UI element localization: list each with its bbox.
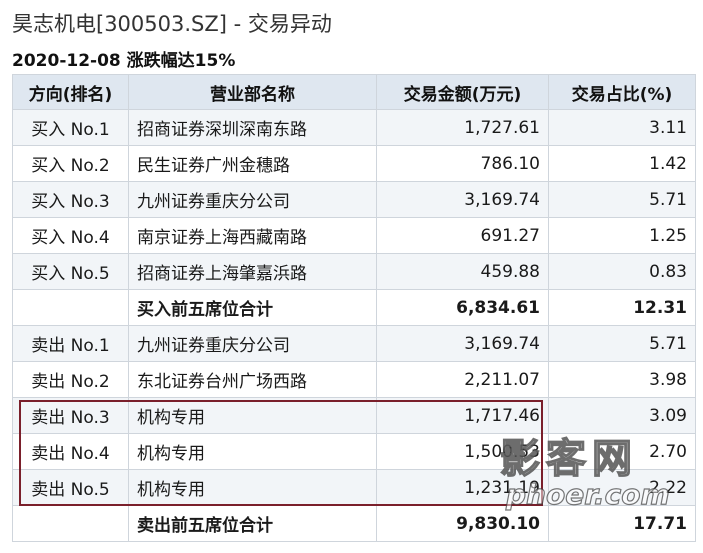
table-row: 卖出 No.4 机构专用 1,500.53 2.70 [12,433,696,470]
cell-amount: 3,169.74 [376,181,549,218]
cell-branch: 招商证券上海肇嘉浜路 [128,253,377,290]
cell-direction: 买入 No.2 [12,145,129,182]
page-subtitle: 2020-12-08 涨跌幅达15% [12,51,236,71]
cell-branch: 九州证券重庆分公司 [128,325,377,362]
column-header-branch: 营业部名称 [128,74,377,110]
table-row: 卖出 No.1 九州证券重庆分公司 3,169.74 5.71 [12,325,696,362]
cell-ratio: 12.31 [548,289,696,326]
cell-amount: 786.10 [376,145,549,182]
cell-direction: 卖出 No.1 [12,325,129,362]
page-title: 昊志机电[300503.SZ] - 交易异动 [12,12,332,36]
cell-amount: 1,727.61 [376,109,549,146]
cell-ratio: 1.25 [548,217,696,254]
cell-amount: 1,717.46 [376,397,549,434]
cell-ratio: 5.71 [548,325,696,362]
table-row: 卖出 No.3 机构专用 1,717.46 3.09 [12,397,696,434]
column-header-direction: 方向(排名) [12,74,129,110]
cell-branch: 买入前五席位合计 [128,289,377,326]
cell-direction: 买入 No.3 [12,181,129,218]
trading-table: 方向(排名) 营业部名称 交易金额(万元) 交易占比(%) 买入 No.1 招商… [12,74,696,542]
cell-ratio: 5.71 [548,181,696,218]
cell-amount: 1,500.53 [376,433,549,470]
cell-amount: 3,169.74 [376,325,549,362]
table-row: 买入 No.2 民生证券广州金穗路 786.10 1.42 [12,145,696,182]
cell-branch: 机构专用 [128,397,377,434]
cell-branch: 机构专用 [128,469,377,506]
table-row: 卖出 No.5 机构专用 1,231.19 2.22 [12,469,696,506]
cell-ratio: 3.98 [548,361,696,398]
cell-ratio: 3.11 [548,109,696,146]
table-row: 买入 No.4 南京证券上海西藏南路 691.27 1.25 [12,217,696,254]
table-row: 买入 No.5 招商证券上海肇嘉浜路 459.88 0.83 [12,253,696,290]
cell-direction [12,289,129,326]
table-row-sell-total: 卖出前五席位合计 9,830.10 17.71 [12,505,696,542]
cell-amount: 1,231.19 [376,469,549,506]
cell-direction: 卖出 No.2 [12,361,129,398]
table-row-buy-total: 买入前五席位合计 6,834.61 12.31 [12,289,696,326]
column-header-ratio: 交易占比(%) [548,74,696,110]
cell-branch: 卖出前五席位合计 [128,505,377,542]
cell-direction [12,505,129,542]
cell-ratio: 3.09 [548,397,696,434]
cell-branch: 机构专用 [128,433,377,470]
table-row: 买入 No.1 招商证券深圳深南东路 1,727.61 3.11 [12,109,696,146]
cell-branch: 招商证券深圳深南东路 [128,109,377,146]
cell-direction: 买入 No.5 [12,253,129,290]
cell-ratio: 17.71 [548,505,696,542]
cell-ratio: 1.42 [548,145,696,182]
cell-branch: 九州证券重庆分公司 [128,181,377,218]
table-row: 卖出 No.2 东北证券台州广场西路 2,211.07 3.98 [12,361,696,398]
cell-direction: 买入 No.4 [12,217,129,254]
cell-branch: 东北证券台州广场西路 [128,361,377,398]
cell-amount: 691.27 [376,217,549,254]
cell-direction: 卖出 No.3 [12,397,129,434]
cell-branch: 民生证券广州金穗路 [128,145,377,182]
cell-ratio: 2.22 [548,469,696,506]
cell-amount: 9,830.10 [376,505,549,542]
cell-direction: 卖出 No.4 [12,433,129,470]
cell-branch: 南京证券上海西藏南路 [128,217,377,254]
table-row: 买入 No.3 九州证券重庆分公司 3,169.74 5.71 [12,181,696,218]
cell-amount: 2,211.07 [376,361,549,398]
cell-ratio: 2.70 [548,433,696,470]
cell-direction: 卖出 No.5 [12,469,129,506]
cell-ratio: 0.83 [548,253,696,290]
cell-amount: 6,834.61 [376,289,549,326]
cell-amount: 459.88 [376,253,549,290]
column-header-amount: 交易金额(万元) [376,74,549,110]
cell-direction: 买入 No.1 [12,109,129,146]
table-header-row: 方向(排名) 营业部名称 交易金额(万元) 交易占比(%) [12,74,696,110]
